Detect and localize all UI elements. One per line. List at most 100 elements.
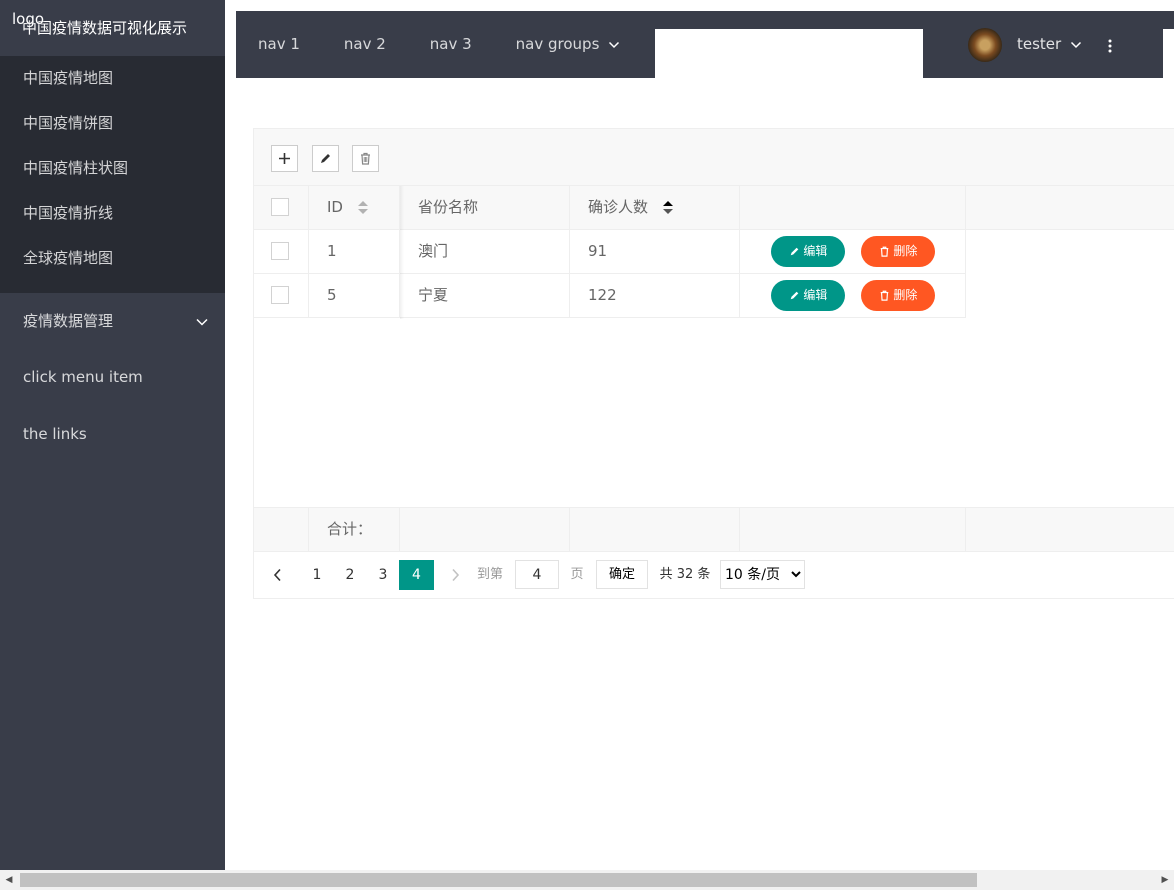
edit-label: 编辑: [803, 244, 828, 258]
row-checkbox-cell: [254, 230, 309, 273]
header-checkbox-cell: [254, 186, 309, 229]
trash-icon: [880, 246, 888, 257]
cell-province: 澳门: [400, 230, 570, 273]
page-size-select[interactable]: 10 条/页: [720, 560, 805, 589]
data-table-panel: ID 省份名称 确诊人数 1 澳门 91 编辑 删除 5 宁夏 122 编辑 删…: [253, 128, 1174, 599]
sidebar-item-china-bar[interactable]: 中国疫情柱状图: [0, 146, 225, 191]
sidebar-item-links[interactable]: the links: [0, 406, 225, 462]
sidebar-item-china-map[interactable]: 中国疫情地图: [0, 56, 225, 101]
nav-item-groups[interactable]: nav groups: [494, 29, 643, 60]
cell-confirmed: 91: [570, 230, 740, 273]
column-header-province: 省份名称: [400, 186, 570, 229]
column-label: 确诊人数: [588, 198, 649, 216]
username: tester: [1017, 35, 1062, 53]
avatar[interactable]: [968, 28, 1002, 62]
edit-label: 编辑: [803, 288, 828, 302]
pencil-icon: [790, 247, 798, 256]
sort-icon[interactable]: [662, 200, 673, 215]
next-page-button[interactable]: [447, 560, 463, 590]
total-label: 合计：: [309, 508, 400, 551]
total-cell-empty: [254, 508, 309, 551]
logo: logo: [12, 10, 45, 28]
sidebar-item-global-map[interactable]: 全球疫情地图: [0, 236, 225, 281]
column-header-id[interactable]: ID: [309, 186, 400, 229]
scroll-left-arrow-icon[interactable]: ◀: [0, 870, 18, 890]
pencil-icon: [790, 291, 798, 300]
plus-icon: [279, 152, 290, 164]
page-unit-label: 页: [570, 567, 584, 582]
user-nav: tester: [923, 11, 1163, 78]
prev-page-button[interactable]: [268, 560, 288, 590]
scrollbar-thumb[interactable]: [20, 873, 977, 887]
sort-icon[interactable]: [357, 200, 368, 215]
row-checkbox[interactable]: [271, 242, 289, 260]
page-3[interactable]: 3: [372, 560, 394, 590]
chevron-right-icon: [452, 568, 460, 582]
header-filler: [966, 186, 1174, 230]
delete-label: 删除: [893, 288, 918, 302]
total-cell-empty: [740, 508, 966, 551]
pagination: 1 2 3 4 到第 页 确定 共 32 条 10 条/页: [254, 552, 1174, 599]
cell-actions: 编辑 删除: [740, 230, 966, 273]
chevron-left-icon: [273, 568, 281, 582]
cell-id: 1: [309, 230, 400, 273]
table-total-row: 合计：: [254, 507, 1174, 552]
sidebar-item-label: 疫情数据管理: [23, 312, 114, 330]
sidebar-submenu: 中国疫情地图 中国疫情饼图 中国疫情柱状图 中国疫情折线 全球疫情地图: [0, 56, 225, 293]
chevron-down-icon: [609, 41, 620, 48]
nav-item-3[interactable]: nav 3: [408, 29, 494, 60]
page-1[interactable]: 1: [306, 560, 328, 590]
column-label: ID: [327, 198, 343, 216]
pencil-icon: [321, 153, 330, 163]
cell-actions: 编辑 删除: [740, 274, 966, 317]
table-toolbar: [254, 129, 1174, 186]
nav-item-1[interactable]: nav 1: [236, 29, 322, 60]
add-button[interactable]: [271, 145, 298, 172]
sidebar: 中国疫情数据可视化展示 logo 中国疫情地图 中国疫情饼图 中国疫情柱状图 中…: [0, 0, 225, 870]
goto-label: 到第: [476, 567, 503, 582]
sidebar-group-header[interactable]: 中国疫情数据可视化展示: [0, 0, 225, 56]
chevron-down-icon: [195, 293, 209, 349]
total-cell-empty: [400, 508, 570, 551]
nav-groups-label: nav groups: [515, 35, 600, 53]
table-row: 1 澳门 91 编辑 删除: [254, 230, 966, 274]
scroll-right-arrow-icon[interactable]: ▶: [1156, 870, 1174, 890]
delete-toolbar-button[interactable]: [352, 145, 379, 172]
more-vertical-icon[interactable]: [1103, 29, 1117, 60]
total-cell-empty: [570, 508, 740, 551]
total-count: 共 32 条: [659, 567, 711, 582]
row-checkbox[interactable]: [271, 286, 289, 304]
cell-confirmed: 122: [570, 274, 740, 317]
delete-button[interactable]: 删除: [861, 280, 935, 311]
top-nav: nav 1 nav 2 nav 3 nav groups: [236, 11, 1174, 78]
sidebar-item-china-pie[interactable]: 中国疫情饼图: [0, 101, 225, 146]
page-4-current[interactable]: 4: [399, 560, 434, 590]
app-title[interactable]: 中国疫情数据可视化展示: [22, 17, 222, 38]
horizontal-scrollbar[interactable]: ◀ ▶: [0, 870, 1174, 890]
sidebar-item-china-line[interactable]: 中国疫情折线: [0, 191, 225, 236]
page-2[interactable]: 2: [339, 560, 361, 590]
goto-page-input[interactable]: [515, 560, 559, 589]
table-row: 5 宁夏 122 编辑 删除: [254, 274, 966, 318]
cell-province: 宁夏: [400, 274, 570, 317]
nav-item-2[interactable]: nav 2: [322, 29, 408, 60]
fixed-column-shadow: [400, 186, 404, 319]
delete-label: 删除: [893, 244, 918, 258]
delete-button[interactable]: 删除: [861, 236, 935, 267]
confirm-button[interactable]: 确定: [596, 560, 648, 589]
trash-icon: [880, 290, 888, 301]
edit-button[interactable]: 编辑: [771, 280, 845, 311]
edit-button[interactable]: 编辑: [771, 236, 845, 267]
chevron-down-icon: [1070, 41, 1082, 48]
cell-id: 5: [309, 274, 400, 317]
user-menu[interactable]: tester: [1017, 29, 1082, 60]
trash-icon: [361, 152, 370, 165]
table-header-row: ID 省份名称 确诊人数: [254, 186, 966, 230]
column-header-confirmed[interactable]: 确诊人数: [570, 186, 740, 229]
column-header-actions: [740, 186, 966, 229]
sidebar-item-click-menu[interactable]: click menu item: [0, 349, 225, 405]
select-all-checkbox[interactable]: [271, 198, 289, 216]
sidebar-item-data-management[interactable]: 疫情数据管理: [0, 293, 225, 349]
row-checkbox-cell: [254, 274, 309, 317]
edit-toolbar-button[interactable]: [312, 145, 339, 172]
